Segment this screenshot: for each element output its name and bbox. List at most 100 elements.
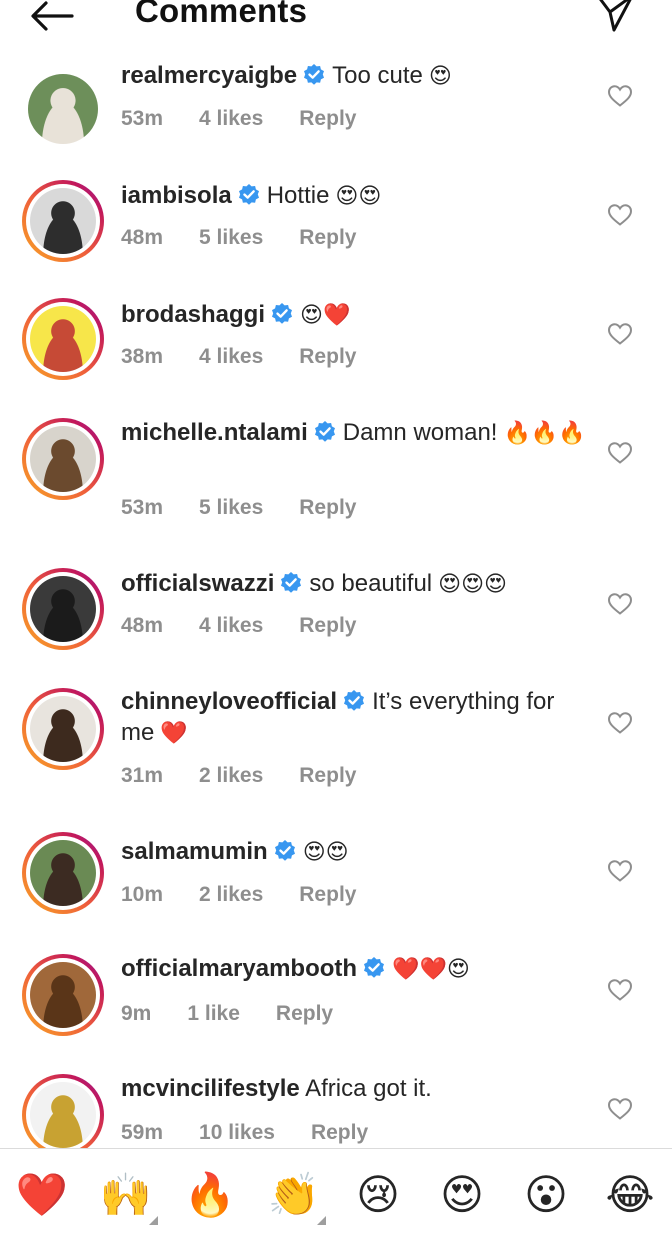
comment-likes-count[interactable]: 5 likes bbox=[199, 496, 263, 520]
reply-button[interactable]: Reply bbox=[299, 614, 356, 638]
comment-time: 38m bbox=[121, 345, 164, 368]
quick-emoji-bar: ❤️ 🙌 🔥 👏 😢 😍 😮 😂 bbox=[0, 1149, 672, 1233]
quick-emoji-button[interactable]: 😂 bbox=[602, 1167, 658, 1223]
comment-emoji: 😍 bbox=[428, 64, 452, 89]
reply-button[interactable]: Reply bbox=[299, 107, 356, 131]
avatar[interactable] bbox=[22, 418, 104, 500]
avatar[interactable] bbox=[22, 1074, 104, 1148]
comment-username[interactable]: salmamumin bbox=[121, 838, 268, 865]
comment-text: Too cute bbox=[332, 62, 423, 89]
avatar-photo bbox=[30, 426, 96, 492]
comment-username[interactable]: brodashaggi bbox=[121, 301, 265, 328]
like-heart-icon[interactable] bbox=[607, 1097, 633, 1121]
quick-emoji-button[interactable]: 😍 bbox=[434, 1167, 490, 1223]
comment-username[interactable]: realmercyaigbe bbox=[121, 62, 297, 89]
quick-emoji-glyph: 🙌 bbox=[99, 1170, 153, 1219]
verified-badge-icon bbox=[344, 690, 365, 711]
quick-emoji-button[interactable]: 👏 bbox=[266, 1167, 326, 1225]
comment-body: michelle.ntalami Damn woman! 🔥🔥🔥 bbox=[121, 417, 591, 449]
reply-button[interactable]: Reply bbox=[299, 226, 356, 250]
comment-emoji: 😍❤️ bbox=[300, 303, 351, 328]
avatar-frame bbox=[24, 70, 102, 148]
quick-emoji-glyph: 😂 bbox=[605, 1170, 655, 1219]
comments-header: Comments bbox=[0, 0, 672, 40]
comment-meta: 10m 2 likes Reply bbox=[121, 883, 392, 907]
avatar-photo bbox=[30, 696, 96, 762]
skin-tone-indicator bbox=[317, 1216, 326, 1225]
comment-time: 53m bbox=[121, 107, 164, 130]
quick-emoji-button[interactable]: 😢 bbox=[350, 1167, 406, 1223]
like-heart-icon[interactable] bbox=[607, 84, 633, 108]
comment-likes-count[interactable]: 4 likes bbox=[199, 614, 263, 638]
comment-time: 10m bbox=[121, 883, 164, 906]
verified-badge-icon bbox=[314, 421, 335, 442]
avatar[interactable] bbox=[22, 688, 104, 770]
comment-username[interactable]: mcvincilifestyle bbox=[121, 1075, 300, 1102]
like-heart-icon[interactable] bbox=[607, 978, 633, 1002]
avatar-frame bbox=[26, 422, 100, 496]
back-arrow-icon[interactable] bbox=[28, 0, 78, 34]
comment-username[interactable]: michelle.ntalami bbox=[121, 419, 308, 446]
comment-likes-count[interactable]: 10 likes bbox=[199, 1121, 275, 1145]
send-direct-icon[interactable] bbox=[596, 0, 636, 34]
like-heart-icon[interactable] bbox=[607, 859, 633, 883]
avatar[interactable] bbox=[22, 180, 104, 262]
comment-time: 31m bbox=[121, 764, 164, 787]
verified-badge-icon bbox=[281, 572, 302, 593]
reply-button[interactable]: Reply bbox=[299, 764, 356, 788]
comment-body: officialmaryambooth ❤️❤️😍 bbox=[121, 953, 591, 985]
comment-username[interactable]: chinneyloveofficial bbox=[121, 688, 337, 715]
reply-button[interactable]: Reply bbox=[299, 496, 356, 520]
reply-button[interactable]: Reply bbox=[299, 883, 356, 907]
like-heart-icon[interactable] bbox=[607, 203, 633, 227]
comment-username[interactable]: officialswazzi bbox=[121, 570, 274, 597]
comment-text: so beautiful bbox=[309, 570, 433, 597]
comment-likes-count[interactable]: 5 likes bbox=[199, 226, 263, 250]
avatar-frame bbox=[26, 184, 100, 258]
comment-username[interactable]: officialmaryambooth bbox=[121, 955, 357, 982]
like-heart-icon[interactable] bbox=[607, 711, 633, 735]
avatar[interactable] bbox=[22, 68, 104, 150]
verified-badge-icon bbox=[364, 957, 385, 978]
reply-button[interactable]: Reply bbox=[311, 1121, 368, 1145]
comment-likes-count[interactable]: 2 likes bbox=[199, 883, 263, 907]
skin-tone-indicator bbox=[149, 1216, 158, 1225]
comment-likes-count[interactable]: 4 likes bbox=[199, 345, 263, 369]
reply-button[interactable]: Reply bbox=[299, 345, 356, 369]
reply-button[interactable]: Reply bbox=[276, 1002, 333, 1026]
like-heart-icon[interactable] bbox=[607, 592, 633, 616]
avatar-photo bbox=[30, 962, 96, 1028]
comment-meta: 59m 10 likes Reply bbox=[121, 1121, 404, 1145]
avatar[interactable] bbox=[22, 954, 104, 1036]
like-heart-icon[interactable] bbox=[607, 322, 633, 346]
avatar[interactable] bbox=[22, 298, 104, 380]
quick-emoji-glyph: 😮 bbox=[524, 1170, 568, 1219]
comment-likes-count[interactable]: 4 likes bbox=[199, 107, 263, 131]
quick-emoji-button[interactable]: 🔥 bbox=[182, 1167, 238, 1223]
comment-body: salmamumin 😍😍 bbox=[121, 836, 591, 868]
comment-meta: 31m 2 likes Reply bbox=[121, 764, 392, 788]
like-heart-icon[interactable] bbox=[607, 441, 633, 465]
quick-emoji-button[interactable]: 🙌 bbox=[98, 1167, 158, 1225]
comment-meta: 9m 1 like Reply bbox=[121, 1002, 369, 1026]
quick-emoji-glyph: 😢 bbox=[356, 1170, 400, 1219]
avatar-photo bbox=[30, 840, 96, 906]
comment-time: 53m bbox=[121, 496, 164, 519]
avatar-frame bbox=[26, 1078, 100, 1148]
avatar[interactable] bbox=[22, 568, 104, 650]
comment-meta: 48m 4 likes Reply bbox=[121, 614, 392, 638]
avatar[interactable] bbox=[22, 832, 104, 914]
comment-meta: 53m 5 likes Reply bbox=[121, 496, 392, 520]
quick-emoji-glyph: 😍 bbox=[440, 1170, 484, 1219]
comment-likes-count[interactable]: 1 like bbox=[187, 1002, 240, 1026]
comments-list[interactable]: realmercyaigbe Too cute 😍 53m 4 likes Reply ia… bbox=[0, 60, 672, 1148]
comment-username[interactable]: iambisola bbox=[121, 182, 232, 209]
comment-time: 59m bbox=[121, 1121, 164, 1144]
comment-body: brodashaggi 😍❤️ bbox=[121, 299, 591, 331]
quick-emoji-button[interactable]: 😮 bbox=[518, 1167, 574, 1223]
quick-emoji-button[interactable]: ❤️ bbox=[14, 1167, 70, 1223]
avatar-photo bbox=[30, 1082, 96, 1148]
comment-likes-count[interactable]: 2 likes bbox=[199, 764, 263, 788]
avatar-frame bbox=[26, 302, 100, 376]
avatar-frame bbox=[26, 958, 100, 1032]
